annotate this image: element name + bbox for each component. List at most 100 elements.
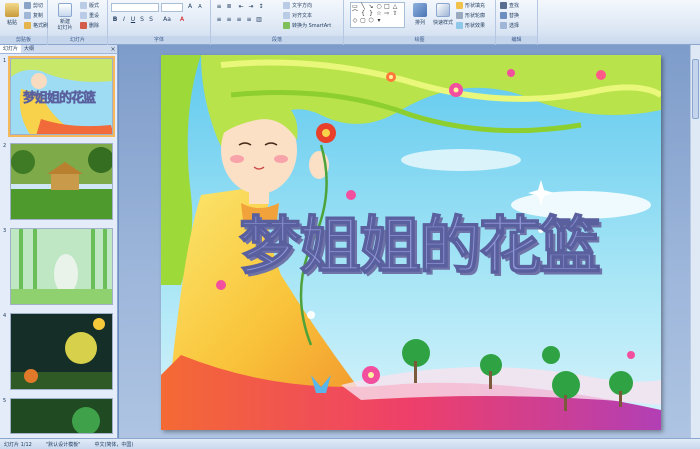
- slide-number: 2: [3, 143, 7, 149]
- arrow-shape-icon[interactable]: ↘: [367, 3, 375, 10]
- shape-effects-button[interactable]: 形状效果: [456, 22, 485, 29]
- change-case-icon[interactable]: Aa: [163, 16, 171, 24]
- smartart-icon: [283, 22, 290, 29]
- paragraph-group: ≡ ≣ ⇤ ⇥ ↕ ≡ ≡ ≡ ≡ ▥ 文字方向 对齐文本 转换为 SmartA…: [211, 0, 344, 45]
- delete-slide-button[interactable]: 删除: [80, 22, 99, 29]
- more-shapes-icon[interactable]: ▾: [375, 17, 383, 24]
- star-shape-icon[interactable]: ☆: [375, 10, 383, 17]
- callout-shape-icon[interactable]: ◇: [351, 17, 359, 24]
- reset-button[interactable]: 重设: [80, 12, 99, 19]
- justify-icon[interactable]: ≡: [245, 16, 253, 24]
- slide-number: 5: [3, 398, 7, 404]
- text-direction-icon: [283, 2, 290, 9]
- paste-icon: [5, 3, 19, 17]
- decrease-indent-icon[interactable]: ⇤: [237, 3, 245, 11]
- shrink-font-icon[interactable]: A: [196, 3, 204, 11]
- oval-shape-icon[interactable]: ○: [375, 3, 383, 10]
- numbering-icon[interactable]: ≣: [225, 3, 233, 11]
- align-text-button[interactable]: 对齐文本: [283, 12, 312, 19]
- brush-icon: [24, 22, 31, 29]
- shadow-icon[interactable]: S: [147, 16, 155, 24]
- replace-button[interactable]: 替换: [500, 12, 519, 19]
- vertical-scrollbar[interactable]: [690, 45, 700, 438]
- select-button[interactable]: 选择: [500, 22, 519, 29]
- editing-group-label: 编辑: [496, 36, 537, 44]
- font-size-combo[interactable]: [161, 3, 183, 12]
- strikethrough-icon[interactable]: S: [138, 16, 146, 24]
- pen-icon: [456, 12, 463, 19]
- slide-thumbnail-image[interactable]: [10, 143, 113, 220]
- brace-close-shape-icon[interactable]: }: [367, 10, 375, 17]
- clipboard-group: 粘贴 剪切 复制 格式刷 剪贴板: [0, 0, 48, 45]
- reset-icon: [80, 12, 87, 19]
- align-text-icon: [283, 12, 290, 19]
- bold-icon[interactable]: B: [111, 16, 119, 24]
- columns-icon[interactable]: ▥: [255, 16, 263, 24]
- scrollbar-thumb[interactable]: [692, 59, 699, 119]
- slide-title[interactable]: 梦姐姐的花篮: [238, 195, 602, 285]
- paint-bucket-icon: [456, 2, 463, 9]
- slide-thumbnail-image[interactable]: [10, 228, 113, 305]
- line-shape-icon[interactable]: ╲: [359, 3, 367, 10]
- convert-smartart-button[interactable]: 转换为 SmartArt: [283, 22, 331, 29]
- shapes-gallery[interactable]: ▭ ╲ ↘ ○ □ △ ⌒{} ☆ ⇨ ⇧ ◇ ▢ ⬡ ▾: [350, 2, 405, 28]
- thumb-5-art: [11, 399, 112, 433]
- select-arrow-icon: [500, 22, 507, 29]
- font-color-icon[interactable]: A: [178, 16, 186, 24]
- hexagon-shape-icon[interactable]: ⬡: [367, 17, 375, 24]
- line-spacing-icon[interactable]: ↕: [257, 3, 265, 11]
- shape-fill-button[interactable]: 形状填充: [456, 2, 485, 9]
- current-slide[interactable]: 梦姐姐的花篮: [161, 55, 661, 430]
- find-button[interactable]: 查找: [500, 2, 519, 9]
- slides-group: 新建 幻灯片 版式 重设 删除 幻灯片: [48, 0, 108, 45]
- slide-thumbnail-image[interactable]: 梦姐姐的花篮: [8, 56, 115, 137]
- text-direction-button[interactable]: 文字方向: [283, 2, 312, 9]
- italic-icon[interactable]: I: [120, 16, 128, 24]
- language-indicator[interactable]: 中文(简体，中国): [94, 441, 133, 448]
- font-name-combo[interactable]: [111, 3, 159, 12]
- effects-icon: [456, 22, 463, 29]
- right-arrow-shape-icon[interactable]: ⇨: [383, 10, 391, 17]
- shape-outline-button[interactable]: 形状轮廓: [456, 12, 485, 19]
- slide-thumbnail-image[interactable]: [10, 313, 113, 390]
- rectangle-shape-icon[interactable]: ▭: [351, 3, 359, 10]
- quick-styles-icon: [436, 3, 450, 17]
- copy-button[interactable]: 复制: [24, 12, 43, 19]
- slides-panel: 幻灯片 大纲 × 1 梦姐姐的花篮 2 3 4 5: [0, 45, 118, 438]
- curve-shape-icon[interactable]: ⌒: [351, 10, 359, 17]
- grow-font-icon[interactable]: A: [186, 3, 194, 11]
- theme-name: "默认设计模板": [45, 441, 81, 448]
- layout-button[interactable]: 版式: [80, 2, 99, 9]
- font-group-label: 字体: [108, 36, 210, 44]
- font-group: A A B I U S S Aa A 字体: [108, 0, 211, 45]
- up-arrow-shape-icon[interactable]: ⇧: [391, 10, 399, 17]
- tab-slides[interactable]: 幻灯片: [0, 45, 22, 53]
- format-painter-button[interactable]: 格式刷: [24, 22, 48, 29]
- align-right-icon[interactable]: ≡: [235, 16, 243, 24]
- delete-icon: [80, 22, 87, 29]
- arrange-button[interactable]: 排列: [410, 3, 430, 26]
- align-left-icon[interactable]: ≡: [215, 16, 223, 24]
- paste-button[interactable]: 粘贴: [2, 3, 22, 26]
- increase-indent-icon[interactable]: ⇥: [247, 3, 255, 11]
- cut-button[interactable]: 剪切: [24, 2, 43, 9]
- rounded-rect-shape-icon[interactable]: ▢: [359, 17, 367, 24]
- replace-icon: [500, 12, 507, 19]
- editing-group: 查找 替换 选择 编辑: [496, 0, 538, 45]
- paragraph-group-label: 段落: [211, 36, 343, 44]
- slides-group-label: 幻灯片: [48, 36, 107, 44]
- new-slide-button[interactable]: 新建 幻灯片: [53, 3, 77, 31]
- bullets-icon[interactable]: ≡: [215, 3, 223, 11]
- underline-icon[interactable]: U: [129, 16, 137, 24]
- align-center-icon[interactable]: ≡: [225, 16, 233, 24]
- slide-thumbnail-image[interactable]: [10, 398, 113, 434]
- tab-outline[interactable]: 大纲: [21, 45, 37, 53]
- slide-editing-area: 梦姐姐的花篮: [119, 45, 700, 438]
- drawing-group-label: 绘图: [344, 36, 495, 44]
- brace-shape-icon[interactable]: {: [359, 10, 367, 17]
- square-shape-icon[interactable]: □: [383, 3, 391, 10]
- close-icon[interactable]: ×: [109, 45, 117, 53]
- quick-styles-button[interactable]: 快速样式: [432, 3, 454, 26]
- triangle-shape-icon[interactable]: △: [391, 3, 399, 10]
- slide-counter: 幻灯片 1/12: [4, 441, 32, 448]
